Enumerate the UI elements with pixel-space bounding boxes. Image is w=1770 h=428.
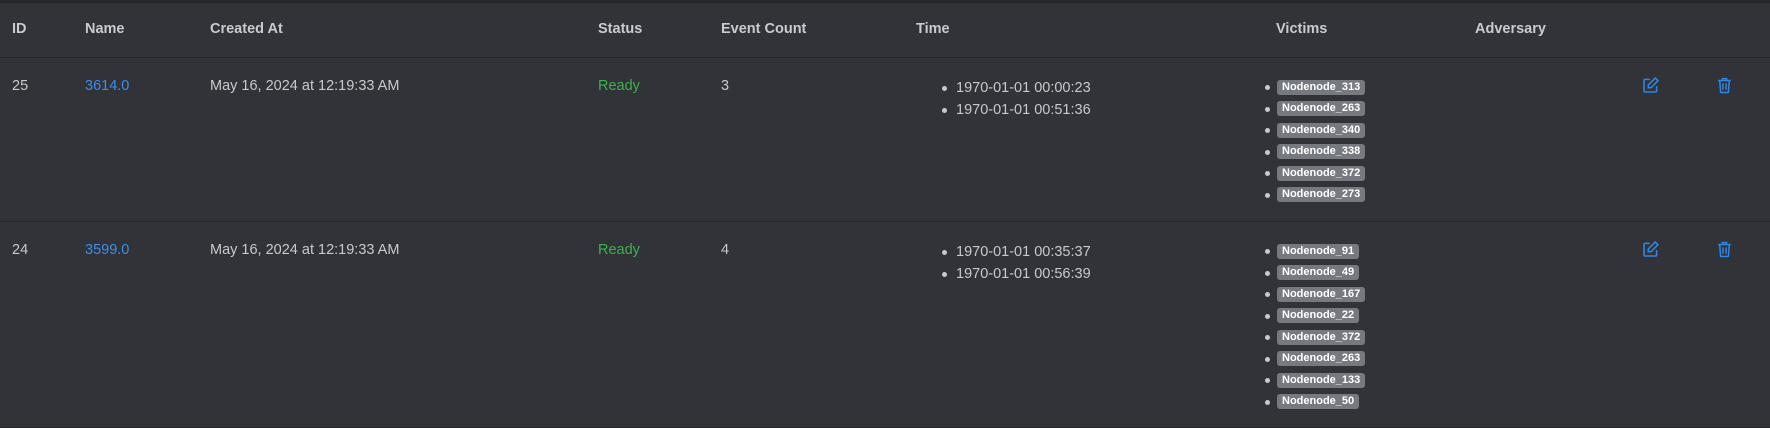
row-event-count: 4: [721, 242, 730, 258]
victim-item: Nodenode_372: [1264, 327, 1366, 349]
status-badge: Ready: [598, 242, 640, 258]
victim-item: Nodenode_340: [1264, 120, 1366, 142]
trash-icon: [1718, 77, 1731, 94]
victim-badge: Nodenode_133: [1277, 372, 1366, 388]
victim-item: Nodenode_49: [1264, 263, 1365, 285]
time-item: 1970-01-01 00:56:39: [940, 263, 1091, 285]
status-badge: Ready: [598, 78, 640, 94]
edit-icon: [1643, 240, 1660, 257]
edit-button[interactable]: [1642, 240, 1662, 260]
victim-badge: Nodenode_340: [1277, 122, 1366, 138]
row-created-at: May 16, 2024 at 12:19:33 AM: [210, 78, 400, 94]
victim-item: Nodenode_338: [1264, 142, 1366, 164]
victim-badge: Nodenode_313: [1277, 79, 1366, 95]
column-header-time[interactable]: Time: [916, 21, 950, 37]
row-id: 24: [12, 242, 29, 258]
victim-badge: Nodenode_49: [1277, 265, 1360, 281]
victim-badge: Nodenode_263: [1277, 101, 1366, 117]
column-header-created-at[interactable]: Created At: [210, 21, 283, 37]
victim-list: Nodenode_313 Nodenode_263 Nodenode_340 N…: [1264, 77, 1366, 207]
time-item: 1970-01-01 00:00:23: [940, 77, 1091, 99]
row-created-at: May 16, 2024 at 12:19:33 AM: [210, 242, 400, 258]
victim-badge: Nodenode_91: [1277, 243, 1360, 259]
victim-badge: Nodenode_22: [1277, 308, 1360, 324]
victim-list: Nodenode_91 Nodenode_49 Nodenode_167 Nod…: [1264, 241, 1366, 414]
victim-item: Nodenode_313: [1264, 77, 1366, 99]
table-row: 24 3599.0 May 16, 2024 at 12:19:33 AM Re…: [0, 222, 1770, 428]
victim-badge: Nodenode_338: [1277, 144, 1366, 160]
trash-icon: [1718, 241, 1731, 258]
victim-badge: Nodenode_263: [1277, 351, 1366, 367]
time-item: 1970-01-01 00:35:37: [940, 241, 1091, 263]
victim-item: Nodenode_22: [1264, 306, 1365, 328]
delete-button[interactable]: [1716, 240, 1736, 260]
victim-badge: Nodenode_50: [1277, 394, 1360, 410]
row-event-count: 3: [721, 78, 730, 94]
column-header-name[interactable]: Name: [85, 21, 125, 37]
row-name-link[interactable]: 3599.0: [85, 242, 129, 258]
victim-item: Nodenode_50: [1264, 392, 1365, 414]
victim-badge: Nodenode_167: [1277, 286, 1366, 302]
row-id: 25: [12, 78, 29, 94]
victim-item: Nodenode_263: [1264, 99, 1366, 121]
victim-item: Nodenode_372: [1264, 163, 1366, 185]
victim-item: Nodenode_133: [1264, 370, 1366, 392]
row-name-link[interactable]: 3614.0: [85, 78, 129, 94]
victim-item: Nodenode_167: [1264, 284, 1366, 306]
time-list: 1970-01-01 00:35:37 1970-01-01 00:56:39: [940, 241, 1091, 285]
column-header-id[interactable]: ID: [12, 21, 27, 37]
victim-item: Nodenode_91: [1264, 241, 1365, 263]
victim-badge: Nodenode_273: [1277, 187, 1366, 203]
edit-button[interactable]: [1642, 76, 1662, 96]
time-list: 1970-01-01 00:00:23 1970-01-01 00:51:36: [940, 77, 1091, 121]
victim-badge: Nodenode_372: [1277, 165, 1366, 181]
victim-item: Nodenode_263: [1264, 349, 1366, 371]
time-item: 1970-01-01 00:51:36: [940, 99, 1091, 121]
incidents-table: ID Name Created At Status Event Count Ti…: [0, 0, 1770, 428]
column-header-adversary[interactable]: Adversary: [1475, 21, 1546, 37]
delete-button[interactable]: [1716, 76, 1736, 96]
column-header-victims[interactable]: Victims: [1276, 21, 1327, 37]
victim-item: Nodenode_273: [1264, 185, 1366, 207]
victim-badge: Nodenode_372: [1277, 329, 1366, 345]
edit-icon: [1643, 76, 1660, 93]
column-header-event-count[interactable]: Event Count: [721, 21, 806, 37]
table-header: ID Name Created At Status Event Count Ti…: [0, 3, 1770, 58]
table-row: 25 3614.0 May 16, 2024 at 12:19:33 AM Re…: [0, 58, 1770, 222]
column-header-status[interactable]: Status: [598, 21, 642, 37]
